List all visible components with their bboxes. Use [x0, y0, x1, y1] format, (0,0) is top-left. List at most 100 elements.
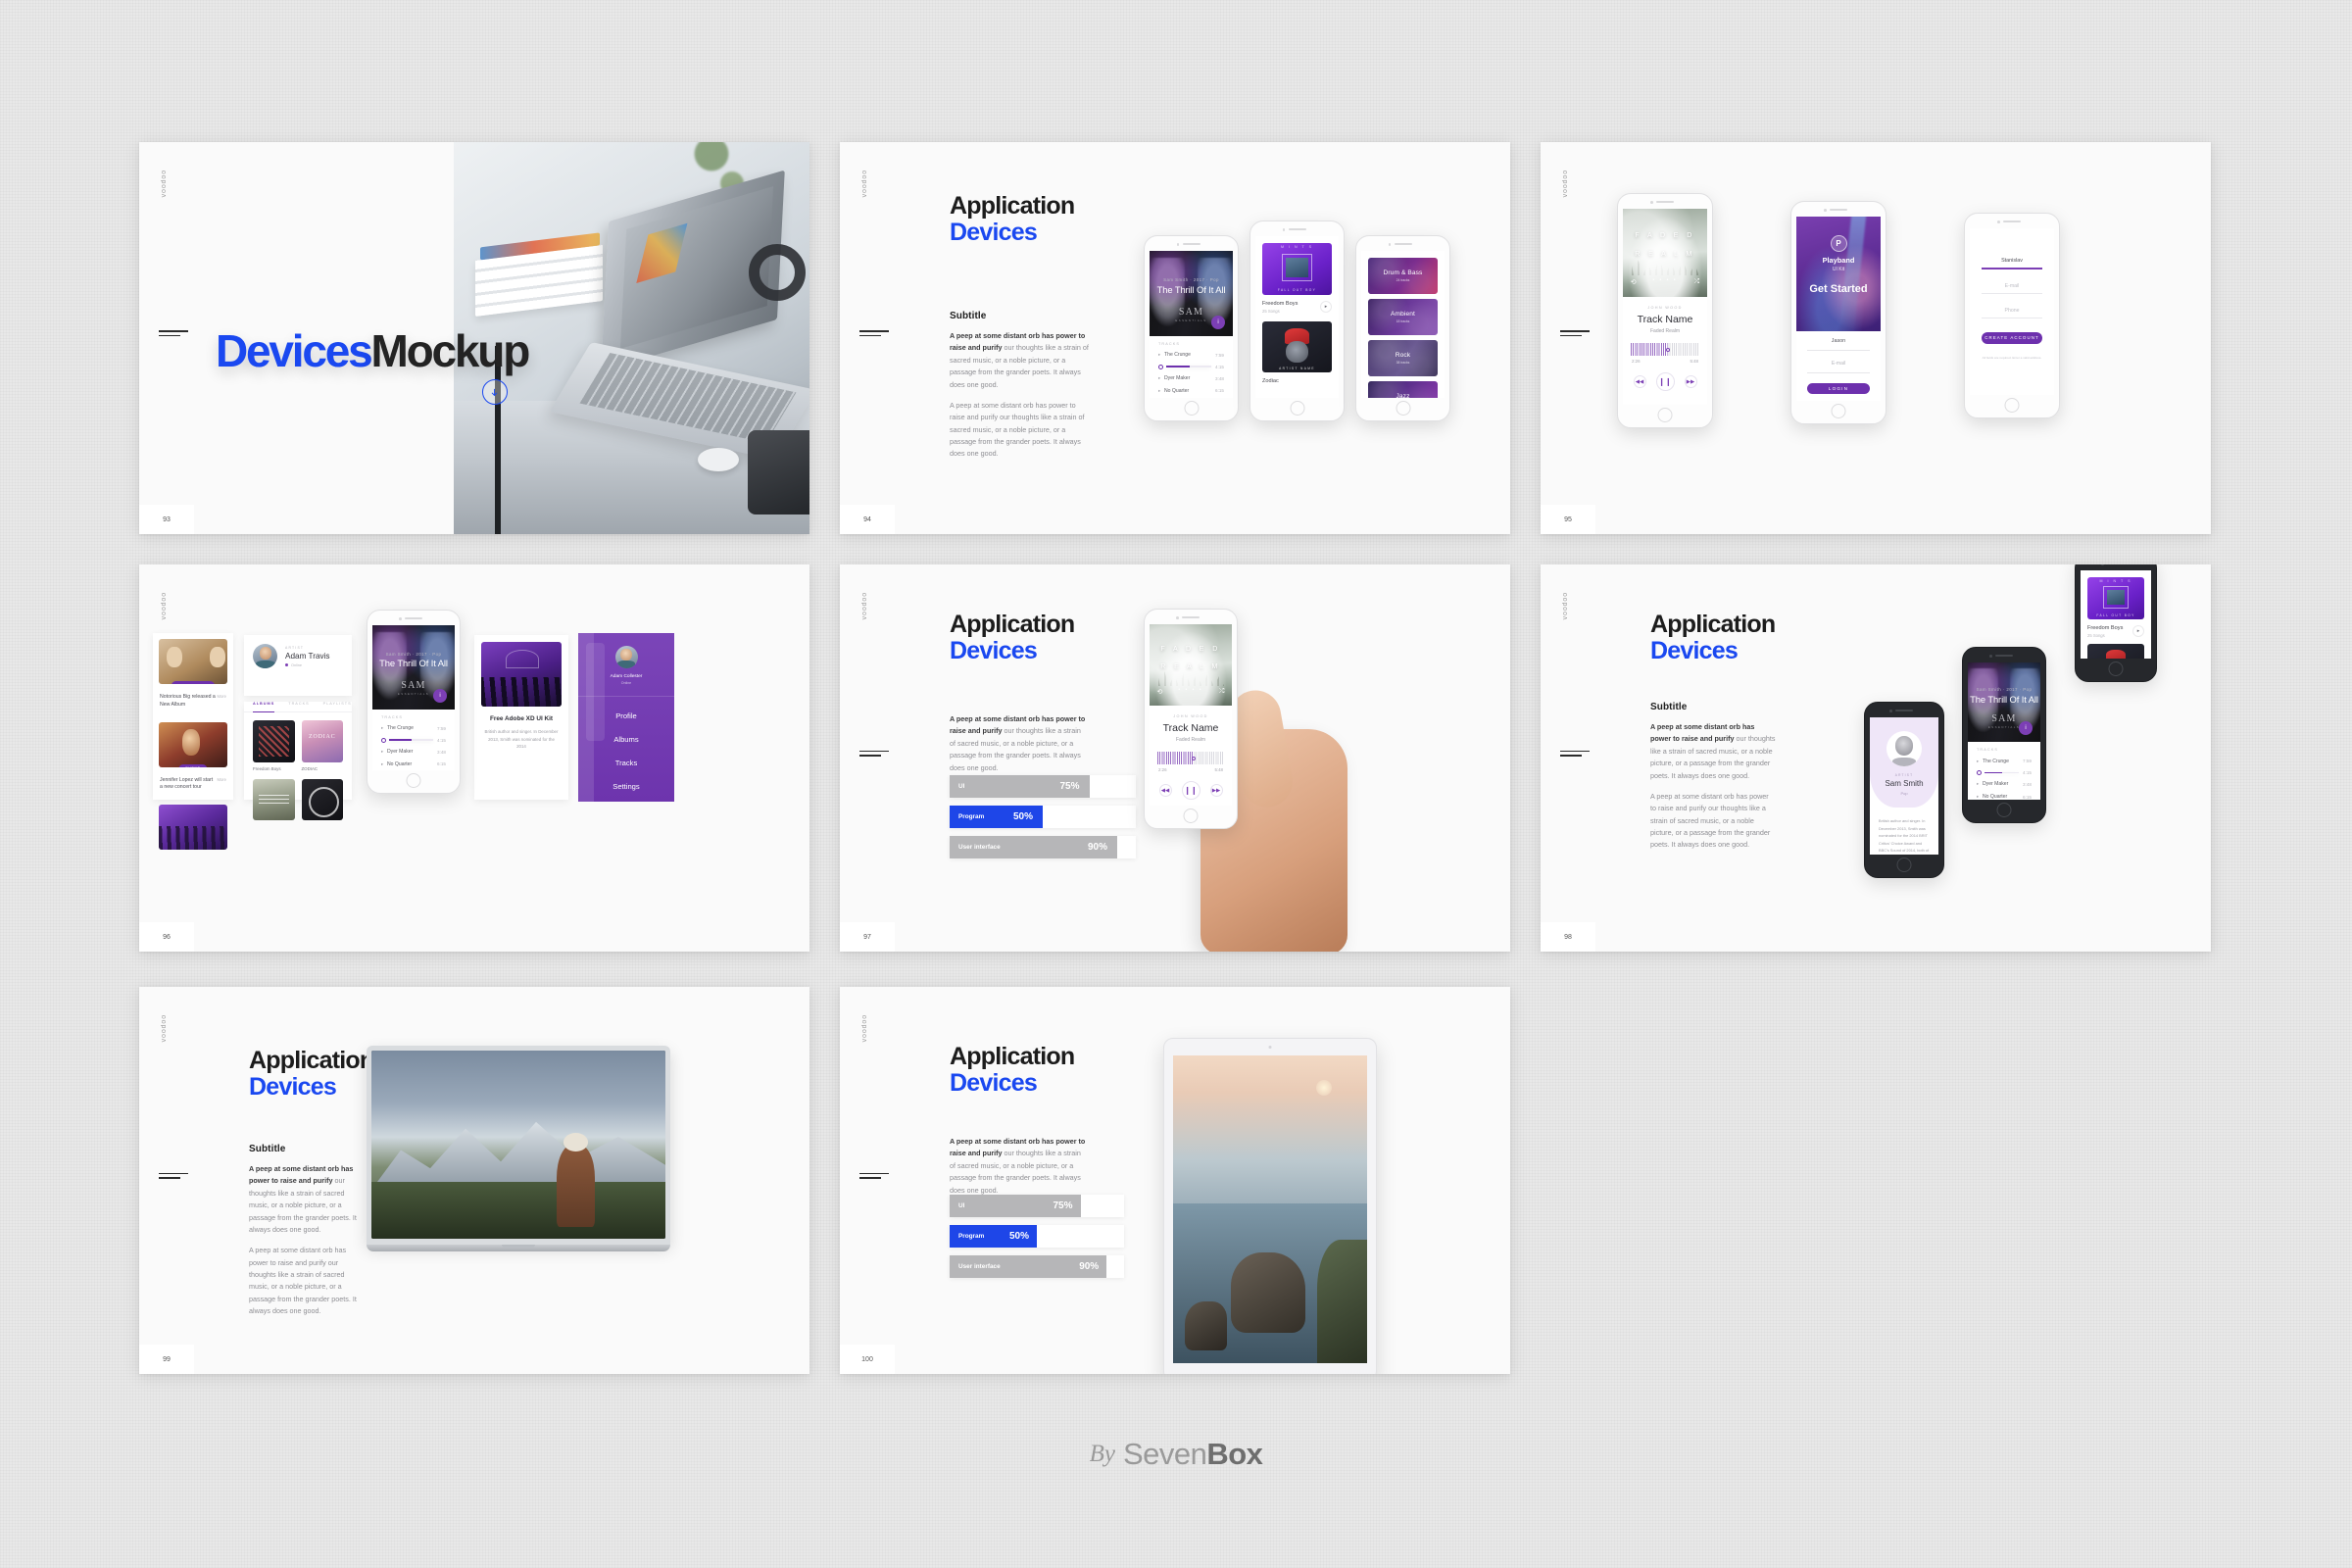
menu-item-albums[interactable]: Albums: [578, 735, 674, 744]
tab-playlists[interactable]: PLAYLISTS: [323, 702, 352, 711]
album-cover[interactable]: M I N T S FALL OUT BOY: [1262, 243, 1332, 295]
slide-cards-collage[interactable]: voodoo MUSIC NEWS Notorious Big released…: [139, 564, 809, 952]
phone-screen[interactable]: P Playband UI Kit Get Started Jason E-ma…: [1796, 217, 1881, 401]
rewind-icon[interactable]: ◀◀: [1158, 784, 1172, 798]
home-button-icon[interactable]: [1657, 408, 1673, 422]
menu-item-profile[interactable]: Profile: [578, 711, 674, 720]
tab-albums[interactable]: ALBUMS: [253, 702, 275, 712]
track-row[interactable]: ▸ Dyer Maker 3:48: [372, 746, 455, 759]
genre-card[interactable]: Ambient 18 tracks: [1368, 299, 1438, 335]
album-cover[interactable]: ARTIST NAME: [2087, 643, 2144, 659]
track-row[interactable]: ▸ The Crunge 7:59: [1968, 755, 2040, 767]
forward-icon[interactable]: ▶▶: [1209, 784, 1223, 798]
email-field-placeholder[interactable]: E-mail: [1982, 283, 2042, 293]
name-field-value[interactable]: Jason: [1807, 338, 1870, 344]
home-button-icon[interactable]: [2108, 662, 2124, 676]
player-controls[interactable]: ◀◀ ❙❙ ▶▶: [1623, 372, 1707, 391]
player-controls[interactable]: ◀◀ ❙❙ ▶▶: [1150, 781, 1232, 801]
macbook-screen[interactable]: [371, 1051, 665, 1239]
repeat-icon[interactable]: ⟲: [1631, 278, 1637, 286]
slide-macbook[interactable]: voodoo Application Devices Subtitle A pee…: [139, 987, 809, 1374]
signup-form[interactable]: Stanislav E-mail Phone CREATE ACCOUNT Al…: [1970, 228, 2054, 360]
album-cover[interactable]: ARTIST NAME: [1262, 320, 1332, 373]
phone-album-detail[interactable]: Sam Smith · 2017 · Pop The Thrill Of It …: [367, 610, 461, 794]
slide-hand-phone-bars[interactable]: voodoo Application Devices A peep at some…: [840, 564, 1510, 952]
track-progress[interactable]: 4:15: [372, 735, 455, 746]
phone-onboarding-get-started[interactable]: P Playband UI Kit Get Started Jason E-ma…: [1790, 201, 1886, 424]
phone-screen[interactable]: F A D E D R E A L M • • • • ⟲ ⤮ JOHN WOO…: [1623, 209, 1707, 405]
home-button-icon[interactable]: [2004, 398, 2020, 413]
pause-icon[interactable]: ❙❙: [1181, 781, 1200, 801]
slide-devices-group[interactable]: voodoo Application Devices Subtitle A pee…: [1541, 564, 2211, 952]
genre-card[interactable]: Drum & Bass 24 tracks: [1368, 258, 1438, 294]
macbook-mockup[interactable]: [367, 1046, 670, 1251]
news-more-link[interactable]: More: [217, 777, 226, 793]
phone-screen[interactable]: Stanislav E-mail Phone CREATE ACCOUNT Al…: [1970, 228, 2054, 395]
album-tile[interactable]: [253, 778, 295, 821]
name-field[interactable]: Stanislav: [1982, 258, 2042, 270]
rewind-icon[interactable]: ◀◀: [1633, 375, 1646, 388]
onboarding-form[interactable]: Jason E-mail: [1796, 331, 1881, 373]
waveform-scrubber[interactable]: [1631, 343, 1699, 356]
genre-card[interactable]: Rock 38 tracks: [1368, 340, 1438, 376]
home-button-icon[interactable]: [1183, 808, 1199, 823]
play-icon[interactable]: ▸: [1320, 301, 1332, 314]
pause-icon[interactable]: ❙❙: [1655, 372, 1675, 391]
news-card-stack[interactable]: MUSIC NEWS Notorious Big released a New …: [153, 633, 233, 851]
album-tile[interactable]: [301, 778, 343, 821]
track-row[interactable]: ▸ The Crunge 7:59: [372, 722, 455, 735]
home-button-icon[interactable]: [1290, 401, 1304, 416]
genre-card[interactable]: Jazz22 tracks: [1368, 381, 1438, 398]
phone-field-placeholder[interactable]: Phone: [1982, 308, 2042, 318]
track-row[interactable]: ▸ Dyer Maker 3:48: [1150, 372, 1233, 385]
phone-faded-realm-player[interactable]: F A D E D R E A L M • • • • ⟲ ⤮ JOHN WOO…: [1144, 609, 1238, 829]
album-tile[interactable]: ZODIAC ZODIAC: [301, 720, 343, 772]
phone-screen[interactable]: Sam Smith · 2017 · Pop The Thrill Of It …: [372, 625, 455, 770]
menu-item-settings[interactable]: Settings: [578, 782, 674, 791]
album-tile[interactable]: Freedom Boys: [253, 720, 295, 772]
home-button-icon[interactable]: [1831, 404, 1846, 418]
phone-screen[interactable]: Sam Smith · 2017 · Pop The Thrill Of It …: [1150, 251, 1233, 398]
album-row[interactable]: Freedom Boys 25 Songs ▸: [2087, 625, 2144, 638]
album-cover[interactable]: M I N T S FALL OUT BOY: [2087, 577, 2144, 619]
shuffle-icon[interactable]: ⤮: [1219, 688, 1225, 696]
artist-albums-card[interactable]: ALBUMS TRACKS PLAYLISTS Freedom Boys ZOD…: [244, 702, 352, 821]
info-icon[interactable]: i: [1211, 316, 1225, 329]
home-button-icon[interactable]: [1996, 803, 2012, 817]
ipad-mockup[interactable]: [1163, 1038, 1377, 1374]
phone-faded-realm-player[interactable]: F A D E D R E A L M • • • • ⟲ ⤮ JOHN WOO…: [1617, 193, 1713, 428]
shuffle-icon[interactable]: ⤮: [1694, 278, 1700, 286]
phone-albums-list[interactable]: M I N T S FALL OUT BOY Freedom Boys 25 S…: [1250, 220, 1345, 421]
track-row[interactable]: ▸ The Crunge 7:59: [1150, 349, 1233, 362]
home-button-icon[interactable]: [406, 773, 421, 788]
purple-side-menu[interactable]: Adam Collester Online Profile Albums Tra…: [578, 633, 674, 802]
phone-screen[interactable]: F A D E D R E A L M • • • • ⟲ ⤮ JOHN WOO…: [1150, 624, 1232, 806]
album-row[interactable]: Zodiac: [1262, 378, 1332, 384]
phone-album-detail[interactable]: Sam Smith · 2017 · Pop The Thrill Of It …: [1144, 235, 1239, 421]
track-progress[interactable]: 4:15: [1150, 362, 1233, 372]
email-field[interactable]: E-mail: [1982, 283, 2042, 294]
phone-artist-profile[interactable]: ARTIST Sam Smith Pop British author and …: [1864, 702, 1944, 878]
arrow-down-icon[interactable]: [481, 379, 508, 405]
slide-cover[interactable]: voodoo DevicesMockup 93: [139, 142, 809, 534]
device-screen[interactable]: M I N T S FALL OUT BOY Freedom Boys 25 So…: [2081, 570, 2151, 659]
slide-ipad[interactable]: voodoo Application Devices A peep at some…: [840, 987, 1510, 1374]
name-field-value[interactable]: Stanislav: [1982, 258, 2042, 268]
track-row[interactable]: ▸ No Quarter 6:15: [1968, 791, 2040, 800]
phone-create-account[interactable]: Stanislav E-mail Phone CREATE ACCOUNT Al…: [1964, 213, 2060, 418]
phone-album-detail-dark[interactable]: Sam Smith · 2017 · Pop The Thrill Of It …: [1962, 647, 2046, 823]
email-field[interactable]: E-mail: [1807, 361, 1870, 367]
device-screen[interactable]: Sam Smith · 2017 · Pop The Thrill Of It …: [1968, 662, 2040, 800]
login-button[interactable]: LOGIN: [1807, 382, 1870, 394]
home-button-icon[interactable]: [1396, 401, 1410, 416]
waveform-scrubber[interactable]: [1157, 752, 1224, 765]
menu-item-tracks[interactable]: Tracks: [578, 759, 674, 767]
track-row[interactable]: ▸ Dyer Maker 3:48: [1968, 778, 2040, 791]
repeat-icon[interactable]: ⟲: [1157, 688, 1163, 696]
tablet-albums-list[interactable]: M I N T S FALL OUT BOY Freedom Boys 25 So…: [2075, 564, 2157, 682]
slide-player-onboarding[interactable]: voodoo F A D E D R E A L M • • • • ⟲ ⤮ J…: [1541, 142, 2211, 534]
progress-knob[interactable]: [1158, 364, 1163, 369]
phone-screen[interactable]: Drum & Bass 24 tracks Ambient 18 tracks Ro…: [1361, 251, 1445, 398]
phone-field[interactable]: Phone: [1982, 308, 2042, 318]
track-progress[interactable]: 4:15: [1968, 767, 2040, 778]
